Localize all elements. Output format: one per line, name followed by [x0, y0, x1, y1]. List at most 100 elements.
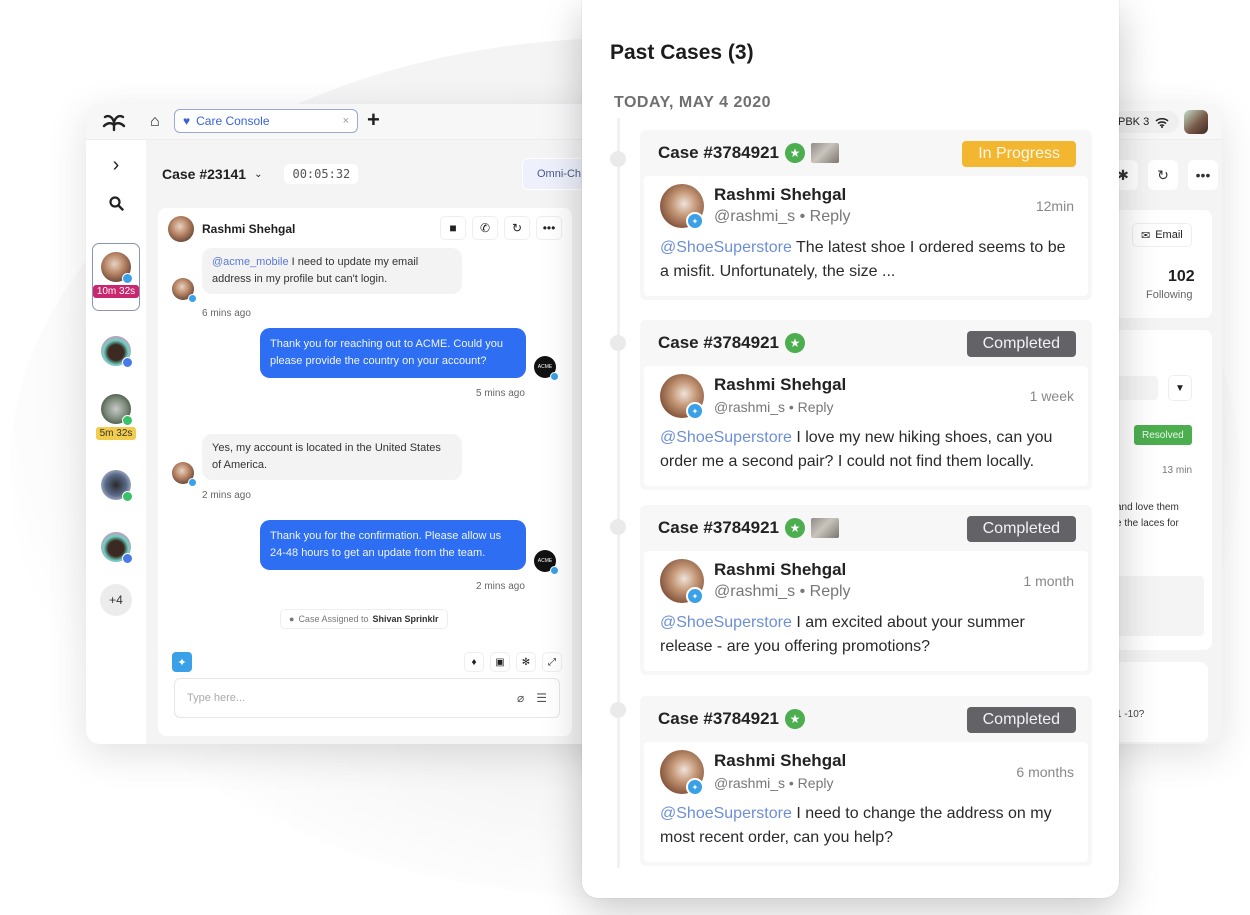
message-time: 6 mins ago — [202, 308, 251, 319]
author-handle[interactable]: @rashmi_s • Reply — [714, 206, 851, 228]
heart-icon: ♥ — [183, 114, 191, 128]
more-options-icon[interactable]: ••• — [536, 216, 562, 240]
message-time: 5 mins ago — [476, 388, 525, 399]
more-options-icon[interactable]: ••• — [1188, 160, 1218, 190]
twitter-icon — [122, 273, 133, 284]
contact-name: Rashmi Shehgal — [202, 222, 296, 236]
network-status: PBK 3 — [1112, 111, 1180, 133]
rail-conversation-1[interactable]: 10m 32s — [86, 252, 146, 298]
expand-icon[interactable]: ⤢ — [542, 652, 562, 672]
author-handle[interactable]: @rashmi_s • Reply — [714, 772, 846, 794]
rail-conversation-4[interactable] — [86, 470, 146, 502]
email-label: Email — [1155, 229, 1183, 241]
date-label: TODAY, MAY 4 2020 — [614, 94, 772, 111]
case-timer: 00:05:32 — [284, 164, 359, 184]
past-cases-panel: Past Cases (3) TODAY, MAY 4 2020 Case #3… — [582, 0, 1119, 898]
refresh-icon[interactable]: ↻ — [504, 216, 530, 240]
message-composer: ⌀ ☰ — [174, 678, 560, 718]
star-icon: ★ — [785, 518, 806, 538]
author-handle[interactable]: @rashmi_s • Reply — [714, 396, 846, 418]
star-icon: ★ — [785, 143, 806, 163]
case-card[interactable]: Case #3784921 ★ Completed ✦ Rashmi Shehg… — [640, 505, 1092, 675]
chevron-down-icon[interactable]: ⌄ — [254, 169, 262, 180]
sprinklr-icon[interactable]: ✻ — [516, 652, 536, 672]
twitter-channel-icon[interactable]: ✦ — [172, 652, 192, 672]
conversation-timer: 5m 32s — [95, 427, 137, 440]
phone-icon[interactable]: ✆ — [472, 216, 498, 240]
attachment-icon[interactable]: ⌀ — [517, 691, 524, 705]
lightbulb-icon[interactable]: ♦ — [464, 652, 484, 672]
message-time: 2 mins ago — [202, 490, 251, 501]
assigned-prefix: Case Assigned to — [298, 614, 369, 624]
mention-link[interactable]: @ShoeSuperstore — [660, 429, 792, 446]
author-name: Rashmi Shehgal — [714, 751, 847, 770]
avatar — [101, 394, 133, 426]
case-card[interactable]: Case #3784921 ★ In Progress ✦ Rashmi She… — [640, 130, 1092, 300]
user-icon: ● — [289, 614, 295, 624]
email-icon: ✉ — [1141, 229, 1151, 242]
history-time: 13 min — [1162, 465, 1193, 476]
acme-avatar: ACME — [534, 550, 559, 575]
timeline-dot — [610, 151, 626, 167]
sender-avatar — [172, 462, 197, 487]
avatar: ✦ — [660, 750, 704, 796]
wifi-icon — [1155, 117, 1169, 128]
user-avatar[interactable] — [1184, 110, 1208, 134]
case-number: Case #3784921 — [658, 518, 780, 537]
twitter-icon — [550, 372, 559, 381]
avatar: ✦ — [660, 559, 704, 605]
history-attachment — [1116, 576, 1204, 636]
tab-close-icon[interactable]: × — [343, 115, 349, 127]
rail-conversation-2[interactable] — [86, 336, 146, 368]
avatar — [101, 532, 133, 564]
expand-chevron-icon[interactable]: › — [86, 154, 146, 177]
home-icon[interactable]: ⌂ — [150, 113, 160, 131]
sprinklr-logo-icon[interactable] — [102, 112, 126, 132]
tab-care-console[interactable]: ♥ Care Console × — [174, 109, 358, 133]
status-badge: Completed — [966, 707, 1076, 733]
case-card[interactable]: Case #3784921 ★ Completed ✦ Rashmi Shehg… — [640, 696, 1092, 866]
acme-label: ACME — [537, 364, 553, 370]
messenger-icon — [122, 357, 133, 368]
sender-avatar — [172, 278, 197, 303]
twitter-icon: ✦ — [686, 778, 704, 796]
history-text-line: e the laces for — [1116, 518, 1179, 529]
new-tab-button[interactable]: + — [367, 107, 380, 133]
whatsapp-icon — [122, 415, 133, 426]
status-badge: In Progress — [962, 141, 1076, 167]
avatar: ✦ — [660, 374, 704, 420]
mention-link[interactable]: @ShoeSuperstore — [660, 614, 792, 631]
tab-label: Care Console — [196, 114, 270, 128]
stage: ⌂ ♥ Care Console × + PBK 3 › 10m 32s 5m … — [0, 0, 1250, 915]
message-input[interactable] — [187, 692, 505, 704]
case-header: Case #23141 ⌄ 00:05:32 — [162, 164, 359, 184]
case-message: ✦ Rashmi Shehgal @rashmi_s • Reply 12min… — [644, 176, 1088, 296]
refresh-icon[interactable]: ↻ — [1148, 160, 1178, 190]
twitter-icon: ✦ — [686, 402, 704, 420]
case-message: ✦ Rashmi Shehgal @rashmi_s • Reply 6 mon… — [644, 742, 1088, 862]
message-mention[interactable]: @acme_mobile — [212, 256, 289, 268]
twitter-icon — [188, 478, 197, 487]
author-handle[interactable]: @rashmi_s • Reply — [714, 581, 851, 603]
search-icon[interactable] — [86, 196, 146, 211]
rail-more[interactable]: +4 — [86, 584, 146, 616]
mention-link[interactable]: @ShoeSuperstore — [660, 805, 792, 822]
case-card[interactable]: Case #3784921 ★ Completed ✦ Rashmi Shehg… — [640, 320, 1092, 490]
video-call-icon[interactable]: ■ — [440, 216, 466, 240]
rail-conversation-3[interactable]: 5m 32s — [86, 394, 146, 440]
case-assigned-note: ● Case Assigned to Shivan Sprinklr — [280, 609, 448, 629]
case-time: 6 months — [1016, 764, 1074, 780]
network-label: PBK 3 — [1118, 116, 1150, 128]
more-conversations-button[interactable]: +4 — [100, 584, 132, 616]
filter-icon[interactable]: ▼ — [1168, 375, 1192, 401]
note-icon[interactable]: ▣ — [490, 652, 510, 672]
case-message: ✦ Rashmi Shehgal @rashmi_s • Reply 1 mon… — [644, 551, 1088, 671]
rail-conversation-5[interactable] — [86, 532, 146, 564]
email-button[interactable]: ✉ Email — [1132, 223, 1192, 247]
template-icon[interactable]: ☰ — [536, 691, 547, 705]
chat-actions: ■ ✆ ↻ ••• — [440, 216, 562, 240]
mention-link[interactable]: @ShoeSuperstore — [660, 239, 792, 256]
case-text: @ShoeSuperstore I love my new hiking sho… — [660, 426, 1074, 474]
history-text-line: and love them — [1116, 502, 1179, 513]
message-outgoing: Thank you for the confirmation. Please a… — [260, 520, 526, 570]
